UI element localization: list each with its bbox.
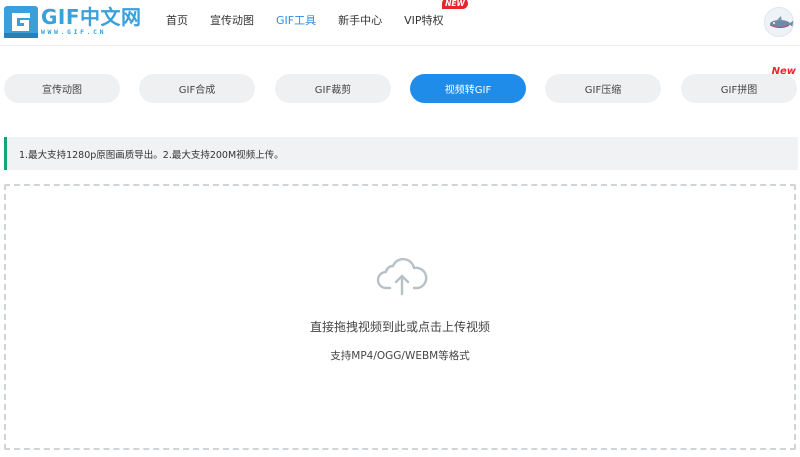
nav-gif-tools[interactable]: GIF工具 <box>276 12 316 28</box>
nav-promo-gifs[interactable]: 宣传动图 <box>210 12 254 28</box>
vip-new-badge: NEW <box>442 0 468 9</box>
main-nav: 首页 宣传动图 GIF工具 新手中心 VIP特权 NEW <box>166 0 468 40</box>
tab-gif-crop[interactable]: GIF裁剪 <box>275 74 391 103</box>
nav-beginner-center[interactable]: 新手中心 <box>338 12 382 28</box>
logo-title: GIF中文网 <box>41 5 142 29</box>
upload-instruction: 直接拖拽视频到此或点击上传视频 <box>309 320 490 334</box>
tool-tabs: 宣传动图 GIF合成 GIF裁剪 视频转GIF GIF压缩 GIF拼图 <box>4 74 798 104</box>
logo-url: WWW.GIF.CN <box>41 28 107 36</box>
nav-home[interactable]: 首页 <box>166 12 188 28</box>
cloud-upload-icon <box>376 254 428 298</box>
logo-mark-icon <box>4 6 38 38</box>
tab-gif-compress[interactable]: GIF压缩 <box>545 74 661 103</box>
collage-new-badge: New <box>771 66 796 77</box>
notice-bar: 1.最大支持1280p原图画质导出。2.最大支持200M视频上传。 <box>4 137 798 170</box>
nav-vip[interactable]: VIP特权 NEW <box>404 0 468 28</box>
top-header: GIF中文网 WWW.GIF.CN 首页 宣传动图 GIF工具 新手中心 VIP… <box>0 0 800 46</box>
upload-format-hint: 支持MP4/OGG/WEBM等格式 <box>330 350 470 362</box>
tab-video-to-gif[interactable]: 视频转GIF <box>410 74 526 103</box>
site-logo[interactable]: GIF中文网 WWW.GIF.CN <box>4 6 142 38</box>
video-upload-dropzone[interactable]: 直接拖拽视频到此或点击上传视频 支持MP4/OGG/WEBM等格式 <box>4 184 796 450</box>
user-avatar[interactable] <box>764 7 794 37</box>
nav-vip-label: VIP特权 <box>404 14 444 27</box>
avatar-fish-icon <box>769 16 793 28</box>
tab-gif-compose[interactable]: GIF合成 <box>139 74 255 103</box>
tab-promo-gifs[interactable]: 宣传动图 <box>4 74 120 103</box>
tab-gif-collage[interactable]: GIF拼图 <box>681 74 797 103</box>
notice-text: 1.最大支持1280p原图画质导出。2.最大支持200M视频上传。 <box>19 149 284 161</box>
